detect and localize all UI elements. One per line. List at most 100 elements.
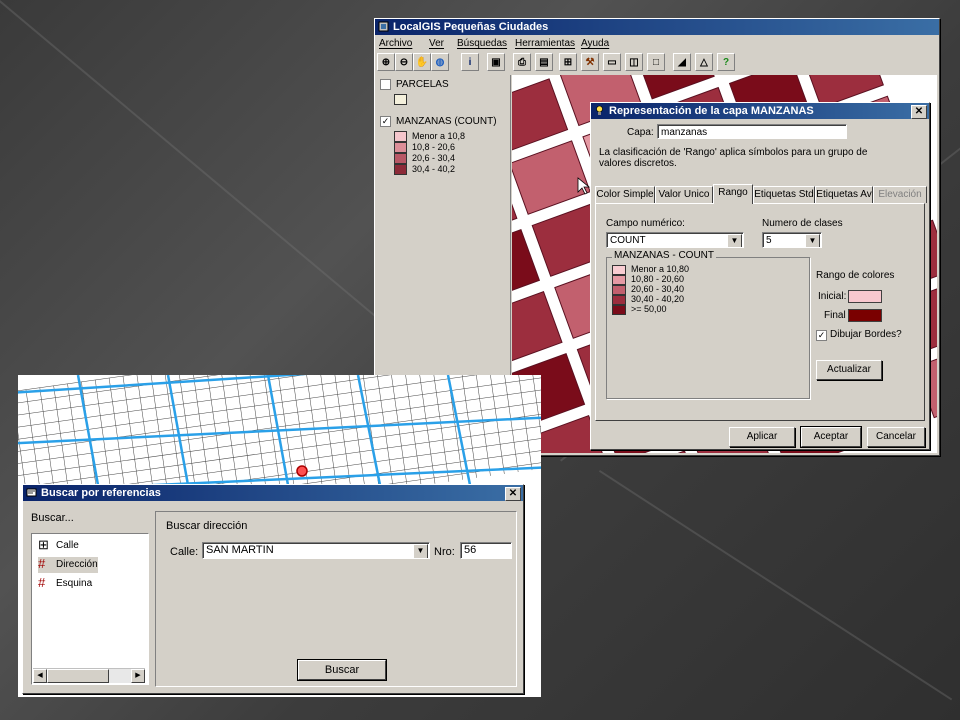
clases-label: Numero de clases (762, 218, 843, 229)
layer-item[interactable]: PARCELAS (380, 79, 449, 90)
buscar-button[interactable]: Buscar (297, 659, 387, 681)
ruler-icon[interactable]: ◢ (673, 53, 691, 71)
inicial-color-swatch[interactable] (848, 290, 882, 303)
legend-item: Menor a 10,8 (394, 131, 465, 143)
campo-label: Campo numérico: (606, 218, 685, 229)
hash-icon: # (38, 556, 46, 572)
tab-valor-unico[interactable]: Valor Unico (655, 186, 713, 203)
tab-elevaci-n[interactable]: Elevación (873, 186, 927, 203)
layer-checkbox[interactable]: ✓ (380, 116, 391, 127)
legend-label: 10,8 - 20,6 (412, 142, 456, 152)
zoom-out-icon[interactable]: ⊖ (395, 53, 413, 71)
manzana-block[interactable] (512, 140, 591, 215)
layer-checkbox[interactable] (380, 79, 391, 90)
tab-rango[interactable]: Rango (713, 184, 753, 204)
legend-item: 10,8 - 20,6 (394, 142, 456, 154)
legend-swatch (394, 164, 407, 176)
legend-label: 20,6 - 30,4 (412, 153, 456, 163)
select-grid-icon[interactable]: ⊞ (559, 53, 577, 71)
bordes-checkbox[interactable]: ✓ (816, 330, 827, 341)
inicial-label: Inicial: (818, 291, 847, 302)
close-icon: ✕ (914, 106, 924, 117)
info-icon[interactable]: i (461, 53, 479, 71)
legend-swatch (394, 153, 407, 165)
close-icon: ✕ (508, 488, 518, 499)
range-label: 30,40 - 40,20 (631, 294, 685, 304)
tab-etiquetas-std[interactable]: Etiquetas Std (753, 186, 815, 203)
aplicar-button[interactable]: Aplicar (729, 427, 795, 447)
chevron-down-icon[interactable]: ▼ (413, 544, 428, 558)
chevron-down-icon[interactable]: ▼ (727, 234, 742, 247)
range-label: 20,60 - 30,40 (631, 284, 685, 294)
cancelar-button[interactable]: Cancelar (867, 427, 925, 447)
close-button[interactable]: ✕ (911, 105, 927, 119)
menu-ver[interactable]: Ver (429, 38, 444, 49)
actualizar-button[interactable]: Actualizar (816, 360, 882, 380)
rango-colores-label: Rango de colores (816, 270, 895, 281)
menu-búsquedas[interactable]: Búsquedas (457, 38, 507, 49)
scroll-right-icon[interactable]: ▶ (131, 669, 145, 683)
legend-swatch (394, 142, 407, 154)
clases-select[interactable]: 5 ▼ (762, 232, 822, 248)
layer-properties-icon[interactable]: ▣ (487, 53, 505, 71)
layer-item[interactable]: ✓ MANZANAS (COUNT) (380, 116, 497, 127)
menu-archivo[interactable]: Archivo (379, 38, 412, 49)
chevron-down-icon[interactable]: ▼ (805, 234, 820, 247)
horizontal-scrollbar[interactable]: ◀ ▶ (33, 668, 145, 683)
representation-titlebar[interactable]: Representación de la capa MANZANAS ✕ (591, 103, 929, 119)
location-marker-icon[interactable] (296, 465, 308, 477)
menu-ayuda[interactable]: Ayuda (581, 38, 609, 49)
close-button[interactable]: ✕ (505, 487, 521, 501)
scroll-thumb[interactable] (47, 669, 109, 683)
manzana-block[interactable] (512, 228, 541, 304)
menu-herramientas[interactable]: Herramientas (515, 38, 575, 49)
representation-dialog: Representación de la capa MANZANAS ✕ Cap… (590, 102, 930, 450)
tab-panel-rango: Campo numérico: COUNT ▼ Numero de clases… (595, 203, 925, 421)
search-option-calle[interactable]: ⊞ Calle (38, 538, 79, 554)
scroll-left-icon[interactable]: ◀ (33, 669, 47, 683)
capa-field[interactable]: manzanas (657, 124, 847, 139)
query-icon[interactable]: ◫ (625, 53, 643, 71)
menu-bar: Archivo Ver Búsquedas Herramientas Ayuda (375, 36, 939, 52)
manzana-block[interactable] (512, 290, 563, 366)
aceptar-button[interactable]: Aceptar (800, 426, 862, 448)
street-map[interactable] (18, 375, 541, 543)
nro-label: Nro: (434, 546, 455, 558)
search-window-icon (26, 488, 37, 497)
blank-page-icon[interactable]: □ (647, 53, 665, 71)
nro-field[interactable]: 56 (460, 542, 512, 559)
hammer-icon[interactable]: ⚒ (581, 53, 599, 71)
search-option-esquina[interactable]: # Esquina (38, 576, 92, 592)
lightbulb-icon (596, 105, 603, 115)
final-color-swatch[interactable] (848, 309, 882, 322)
background-line (598, 470, 953, 701)
tab-color-simple[interactable]: Color Simple (595, 186, 655, 203)
table-icon[interactable]: ▤ (535, 53, 553, 71)
image-icon[interactable]: ▭ (603, 53, 621, 71)
description-text: La clasificación de 'Rango' aplica símbo… (599, 147, 868, 169)
localgis-titlebar[interactable]: LocalGIS Pequeñas Ciudades (375, 19, 939, 35)
search-option-direccin[interactable]: # Dirección (38, 557, 98, 573)
representation-title: Representación de la capa MANZANAS (609, 105, 814, 117)
zoom-in-icon[interactable]: ⊕ (377, 53, 395, 71)
search-type-list[interactable]: ⊞ Calle # Dirección # Esquina ◀ ▶ (31, 533, 149, 685)
search-option-label: Esquina (56, 578, 93, 589)
search-address-panel: Buscar dirección Calle: SAN MARTIN ▼ Nro… (155, 511, 517, 687)
manzana-block[interactable] (512, 78, 569, 153)
grid-icon: ⊞ (38, 537, 49, 553)
help-icon[interactable]: ? (717, 53, 735, 71)
globe-icon[interactable]: ◍ (431, 53, 449, 71)
ranges-group-title: MANZANAS - COUNT (612, 250, 716, 261)
tab-etiquetas-av[interactable]: Etiquetas Av (815, 186, 873, 203)
print-icon[interactable]: ⎙ (513, 53, 531, 71)
clases-value: 5 (766, 235, 772, 246)
measure-icon[interactable]: △ (695, 53, 713, 71)
campo-select[interactable]: COUNT ▼ (606, 232, 744, 248)
pan-hand-icon[interactable]: ✋ (413, 53, 431, 71)
hash-icon: # (38, 575, 46, 591)
background-line (0, 0, 429, 362)
calle-select[interactable]: SAN MARTIN ▼ (202, 542, 430, 559)
search-titlebar[interactable]: Buscar por referencias ✕ (23, 485, 523, 501)
bordes-label: Dibujar Bordes? (830, 329, 902, 340)
legend-swatch (394, 131, 407, 143)
